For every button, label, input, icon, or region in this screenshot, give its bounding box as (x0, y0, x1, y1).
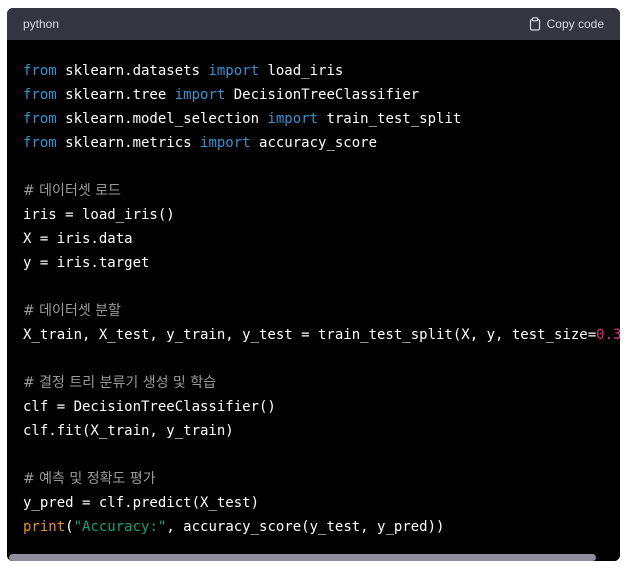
code-header: python Copy code (7, 8, 620, 40)
number-token: 0.3 (596, 327, 620, 343)
language-label: python (23, 17, 60, 31)
code-line: y = iris.target (23, 255, 150, 271)
code-line: clf = DecisionTreeClassifier() (23, 399, 276, 415)
code-line: from sklearn.tree import DecisionTreeCla… (23, 83, 604, 107)
horizontal-scrollbar[interactable] (7, 554, 620, 561)
code-line: X = iris.data (23, 231, 133, 247)
keyword-token: import (267, 111, 319, 127)
code-line: print("Accuracy:", accuracy_score(y_test… (23, 515, 604, 539)
code-token: , accuracy_score(y_test, y_pred)) (166, 519, 445, 535)
scrollbar-thumb[interactable] (9, 554, 596, 561)
code-token: sklearn.metrics (56, 135, 201, 151)
code-line: iris = load_iris() (23, 207, 175, 223)
code-line: X_train, X_test, y_train, y_test = train… (23, 323, 620, 347)
code-line: from sklearn.model_selection import trai… (23, 107, 604, 131)
code-token: sklearn.datasets (56, 63, 209, 79)
code-block: python Copy code from sklearn.datasets i… (7, 8, 620, 561)
code-token: accuracy_score (250, 135, 378, 151)
code-token: ( (65, 519, 74, 535)
copy-code-button[interactable]: Copy code (529, 17, 604, 31)
comment-line: # 데이터셋 로드 (23, 183, 121, 199)
code-token: load_iris (259, 63, 344, 79)
code-line: clf.fit(X_train, y_train) (23, 423, 234, 439)
clipboard-icon (529, 17, 541, 31)
keyword-token: from (23, 135, 57, 151)
code-text: from sklearn.datasets import load_iris fr… (7, 40, 620, 539)
keyword-token: from (23, 63, 57, 79)
code-line: y_pred = clf.predict(X_test) (23, 495, 260, 511)
code-token: sklearn.tree (56, 87, 175, 103)
keyword-token: import (174, 87, 226, 103)
code-token: train_test_split (318, 111, 462, 127)
string-token: "Accuracy:" (73, 519, 167, 535)
comment-line: # 예측 및 정확도 평가 (23, 471, 156, 487)
code-body[interactable]: from sklearn.datasets import load_iris fr… (7, 40, 620, 554)
code-token: sklearn.model_selection (56, 111, 268, 127)
copy-code-label: Copy code (546, 17, 604, 31)
comment-line: # 데이터셋 분할 (23, 303, 121, 319)
comment-line: # 결정 트리 분류기 생성 및 학습 (23, 375, 216, 391)
keyword-token: import (208, 63, 260, 79)
code-token: DecisionTreeClassifier (225, 87, 420, 103)
keyword-token: from (23, 111, 57, 127)
keyword-token: import (200, 135, 251, 151)
builtin-token: print (23, 519, 66, 535)
code-token: X_train, X_test, y_train, y_test = train… (23, 327, 597, 343)
keyword-token: from (23, 87, 57, 103)
code-line: from sklearn.datasets import load_iris (23, 59, 604, 83)
code-line: from sklearn.metrics import accuracy_sco… (23, 131, 604, 155)
